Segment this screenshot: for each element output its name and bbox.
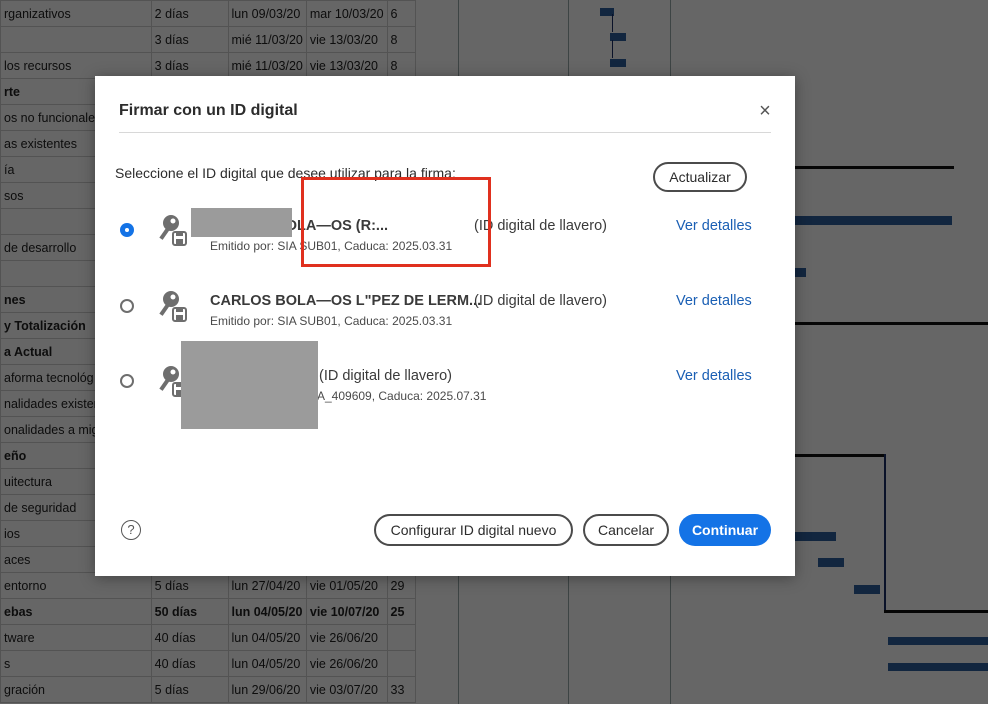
view-details-link[interactable]: Ver detalles <box>676 218 752 234</box>
digital-id-issuer: A_409609, Caduca: 2025.07.31 <box>317 389 487 403</box>
digital-id-radio[interactable] <box>120 299 134 313</box>
digital-id-name: CARLOS BOLA—OS L"PEZ DE LERM... <box>210 293 482 309</box>
key-icon <box>159 215 187 246</box>
refresh-button[interactable]: Actualizar <box>653 162 747 192</box>
annotation-highlight-box <box>301 177 491 267</box>
digital-id-type: (ID digital de llavero) <box>319 368 452 384</box>
help-icon[interactable]: ? <box>121 520 141 540</box>
digital-id-radio[interactable] <box>120 374 134 388</box>
redaction-block <box>181 341 318 429</box>
key-icon <box>159 291 187 322</box>
configure-new-digital-id-button[interactable]: Configurar ID digital nuevo <box>374 514 573 546</box>
dialog-title: Firmar con un ID digital <box>119 102 298 119</box>
sign-with-digital-id-dialog: Firmar con un ID digital × Seleccione el… <box>95 76 795 576</box>
digital-id-radio[interactable] <box>120 223 134 237</box>
digital-id-type: (ID digital de llavero) <box>474 293 607 309</box>
redaction-block <box>191 208 292 237</box>
view-details-link[interactable]: Ver detalles <box>676 293 752 309</box>
close-icon[interactable]: × <box>755 101 775 122</box>
title-divider <box>119 132 771 133</box>
digital-id-type: (ID digital de llavero) <box>474 218 607 234</box>
continue-button[interactable]: Continuar <box>679 514 771 546</box>
cancel-button[interactable]: Cancelar <box>583 514 669 546</box>
digital-id-issuer: Emitido por: SIA SUB01, Caduca: 2025.03.… <box>210 314 453 328</box>
view-details-link[interactable]: Ver detalles <box>676 368 752 384</box>
digital-id-row[interactable]: CARLOS BOLA—OS L"PEZ DE LERM... (ID digi… <box>95 275 795 335</box>
